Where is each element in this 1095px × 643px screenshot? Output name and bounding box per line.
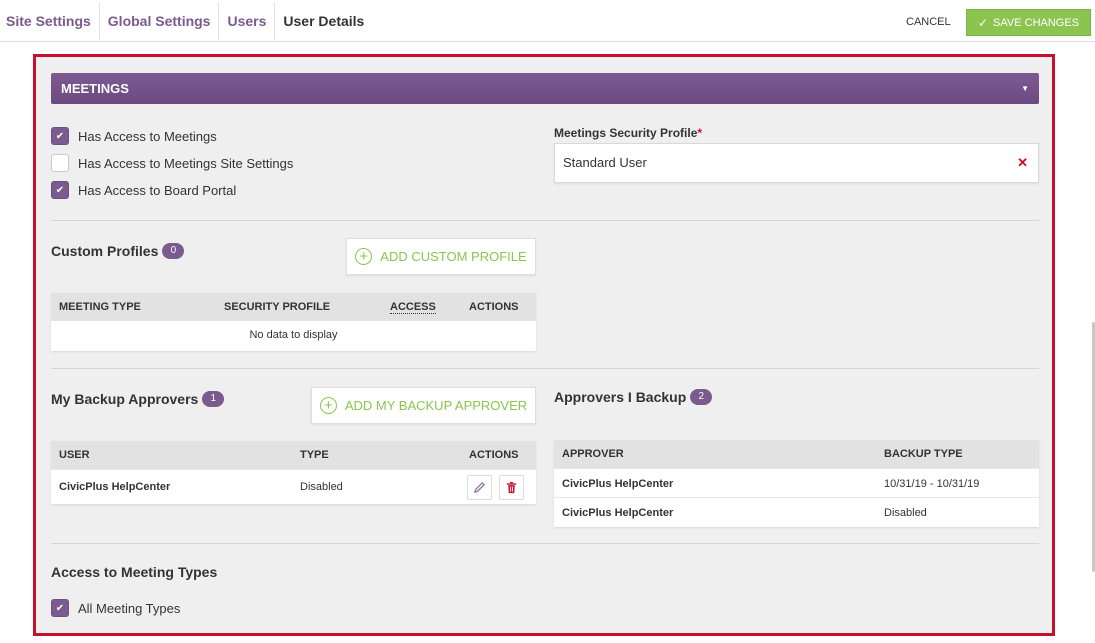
breadcrumb-global-settings[interactable]: Global Settings bbox=[100, 2, 220, 40]
table-row: CivicPlus HelpCenter 10/31/19 - 10/31/19 bbox=[554, 468, 1039, 497]
approvers-i-backup-table: APPROVER BACKUP TYPE CivicPlus HelpCente… bbox=[554, 440, 1039, 527]
checkbox-board-portal-access[interactable]: ✔ bbox=[51, 181, 69, 199]
checkbox-row-all-meeting-types: ✔ All Meeting Types bbox=[51, 599, 180, 617]
checkbox-row-board-portal-access: ✔ Has Access to Board Portal bbox=[51, 181, 236, 199]
section-title: MEETINGS bbox=[61, 81, 129, 96]
table-header: MEETING TYPE SECURITY PROFILE ACCESS ACT… bbox=[51, 293, 536, 321]
approver-name: CivicPlus HelpCenter bbox=[562, 478, 674, 490]
save-changes-label: SAVE CHANGES bbox=[993, 16, 1080, 29]
backup-type: Disabled bbox=[884, 507, 927, 519]
table-header: APPROVER BACKUP TYPE bbox=[554, 440, 1039, 468]
custom-profiles-heading: Custom Profiles 0 bbox=[51, 243, 185, 259]
security-profile-label: Meetings Security Profile* bbox=[554, 126, 702, 140]
custom-profiles-title: Custom Profiles bbox=[51, 243, 159, 259]
checkbox-site-settings-access[interactable] bbox=[51, 154, 69, 172]
table-row: CivicPlus HelpCenter Disabled bbox=[554, 497, 1039, 526]
column-header[interactable]: USER bbox=[59, 441, 90, 469]
breadcrumb-user-details: User Details bbox=[283, 13, 365, 29]
caret-down-icon: ▼ bbox=[1021, 84, 1029, 93]
required-marker: * bbox=[697, 126, 703, 140]
column-header[interactable]: SECURITY PROFILE bbox=[224, 293, 330, 321]
add-my-backup-approver-button[interactable]: + ADD MY BACKUP APPROVER bbox=[311, 387, 536, 424]
no-data-message: No data to display bbox=[249, 329, 338, 341]
custom-profiles-table: MEETING TYPE SECURITY PROFILE ACCESS ACT… bbox=[51, 293, 536, 351]
edit-button[interactable] bbox=[467, 475, 492, 500]
security-profile-label-text: Meetings Security Profile bbox=[554, 126, 698, 140]
breadcrumb-users[interactable]: Users bbox=[219, 2, 276, 40]
column-header[interactable]: APPROVER bbox=[562, 440, 624, 468]
cancel-button[interactable]: CANCEL bbox=[898, 10, 959, 34]
checkmark-icon: ✓ bbox=[977, 15, 989, 30]
count-badge: 0 bbox=[162, 243, 185, 259]
pencil-icon bbox=[473, 482, 485, 494]
table-header: USER TYPE ACTIONS bbox=[51, 441, 536, 469]
approvers-i-backup-title: Approvers I Backup bbox=[554, 389, 687, 405]
top-bar: Site Settings Global Settings Users User… bbox=[0, 0, 1095, 42]
clear-x-icon[interactable]: ✕ bbox=[1017, 144, 1028, 182]
column-header[interactable]: BACKUP TYPE bbox=[884, 440, 963, 468]
breadcrumb: Site Settings Global Settings Users User… bbox=[0, 2, 372, 40]
table-row: CivicPlus HelpCenter Disabled bbox=[51, 469, 536, 504]
approver-user: CivicPlus HelpCenter bbox=[59, 481, 171, 493]
count-badge: 2 bbox=[690, 389, 713, 405]
my-backup-approvers-heading: My Backup Approvers 1 bbox=[51, 391, 225, 407]
delete-button[interactable] bbox=[499, 475, 524, 500]
checkbox-label: Has Access to Board Portal bbox=[78, 182, 237, 198]
approvers-i-backup-heading: Approvers I Backup 2 bbox=[554, 389, 713, 405]
column-header: ACTIONS bbox=[469, 301, 519, 313]
my-backup-approvers-table: USER TYPE ACTIONS CivicPlus HelpCenter D… bbox=[51, 441, 536, 504]
checkbox-meetings-access[interactable]: ✔ bbox=[51, 127, 69, 145]
add-custom-profile-button[interactable]: + ADD CUSTOM PROFILE bbox=[346, 238, 536, 275]
meetings-section-header[interactable]: MEETINGS ▼ bbox=[51, 73, 1039, 104]
checkbox-label: Has Access to Meetings bbox=[78, 128, 217, 144]
backup-type: 10/31/19 - 10/31/19 bbox=[884, 478, 980, 490]
trash-icon bbox=[506, 481, 517, 494]
access-column-label: ACCESS bbox=[390, 301, 436, 314]
add-custom-profile-label: ADD CUSTOM PROFILE bbox=[380, 249, 527, 264]
plus-circle-icon: + bbox=[355, 248, 373, 265]
approver-name: CivicPlus HelpCenter bbox=[562, 507, 674, 519]
divider bbox=[51, 543, 1039, 544]
meetings-panel: MEETINGS ▼ ✔ Has Access to Meetings Has … bbox=[33, 54, 1055, 636]
checkbox-row-site-settings-access: Has Access to Meetings Site Settings bbox=[51, 154, 293, 172]
add-backup-approver-label: ADD MY BACKUP APPROVER bbox=[344, 398, 528, 413]
security-profile-select[interactable]: Standard User ✕ bbox=[554, 143, 1039, 183]
column-header: ACTIONS bbox=[469, 449, 519, 461]
my-backup-approvers-title: My Backup Approvers bbox=[51, 391, 199, 407]
checkbox-label: All Meeting Types bbox=[78, 600, 181, 616]
column-header[interactable]: ACCESS bbox=[390, 293, 436, 321]
save-changes-button[interactable]: ✓ SAVE CHANGES bbox=[966, 9, 1091, 36]
checkbox-label: Has Access to Meetings Site Settings bbox=[78, 155, 294, 171]
meeting-types-title: Access to Meeting Types bbox=[51, 564, 218, 580]
meeting-types-heading: Access to Meeting Types bbox=[51, 564, 217, 580]
column-header[interactable]: MEETING TYPE bbox=[59, 293, 141, 321]
count-badge: 1 bbox=[202, 391, 225, 407]
checkbox-all-meeting-types[interactable]: ✔ bbox=[51, 599, 69, 617]
divider bbox=[51, 220, 1039, 221]
divider bbox=[51, 368, 1039, 369]
column-header[interactable]: TYPE bbox=[300, 441, 329, 469]
approver-type: Disabled bbox=[300, 481, 343, 493]
plus-circle-icon: + bbox=[319, 397, 337, 414]
checkbox-row-meetings-access: ✔ Has Access to Meetings bbox=[51, 127, 217, 145]
security-profile-value: Standard User bbox=[563, 155, 647, 170]
breadcrumb-site-settings[interactable]: Site Settings bbox=[0, 2, 100, 40]
